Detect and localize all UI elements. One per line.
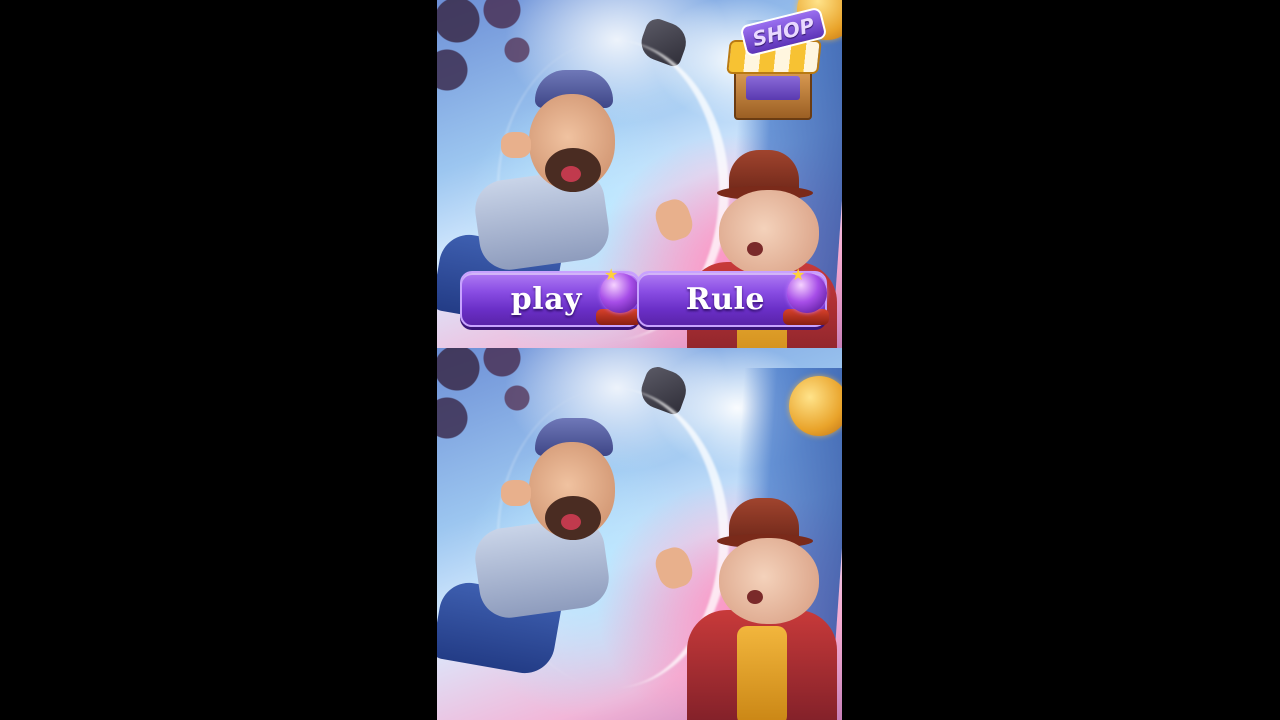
- coin-icon: [789, 376, 842, 436]
- rule-button[interactable]: Rule ★: [637, 267, 829, 327]
- character-blue-brawler: [437, 418, 647, 698]
- character-red-gentleman: [637, 498, 842, 720]
- menu-screen: SHOP play ★ Rule ★: [437, 0, 842, 348]
- play-button[interactable]: play ★: [460, 267, 642, 327]
- play-button-label: play: [510, 281, 582, 317]
- orb-icon: ★: [783, 267, 831, 325]
- rule-button-label: Rule: [685, 281, 765, 317]
- background-art-panel: [437, 348, 842, 720]
- shop-button[interactable]: SHOP: [724, 6, 828, 124]
- game-viewport: SHOP play ★ Rule ★: [437, 0, 842, 720]
